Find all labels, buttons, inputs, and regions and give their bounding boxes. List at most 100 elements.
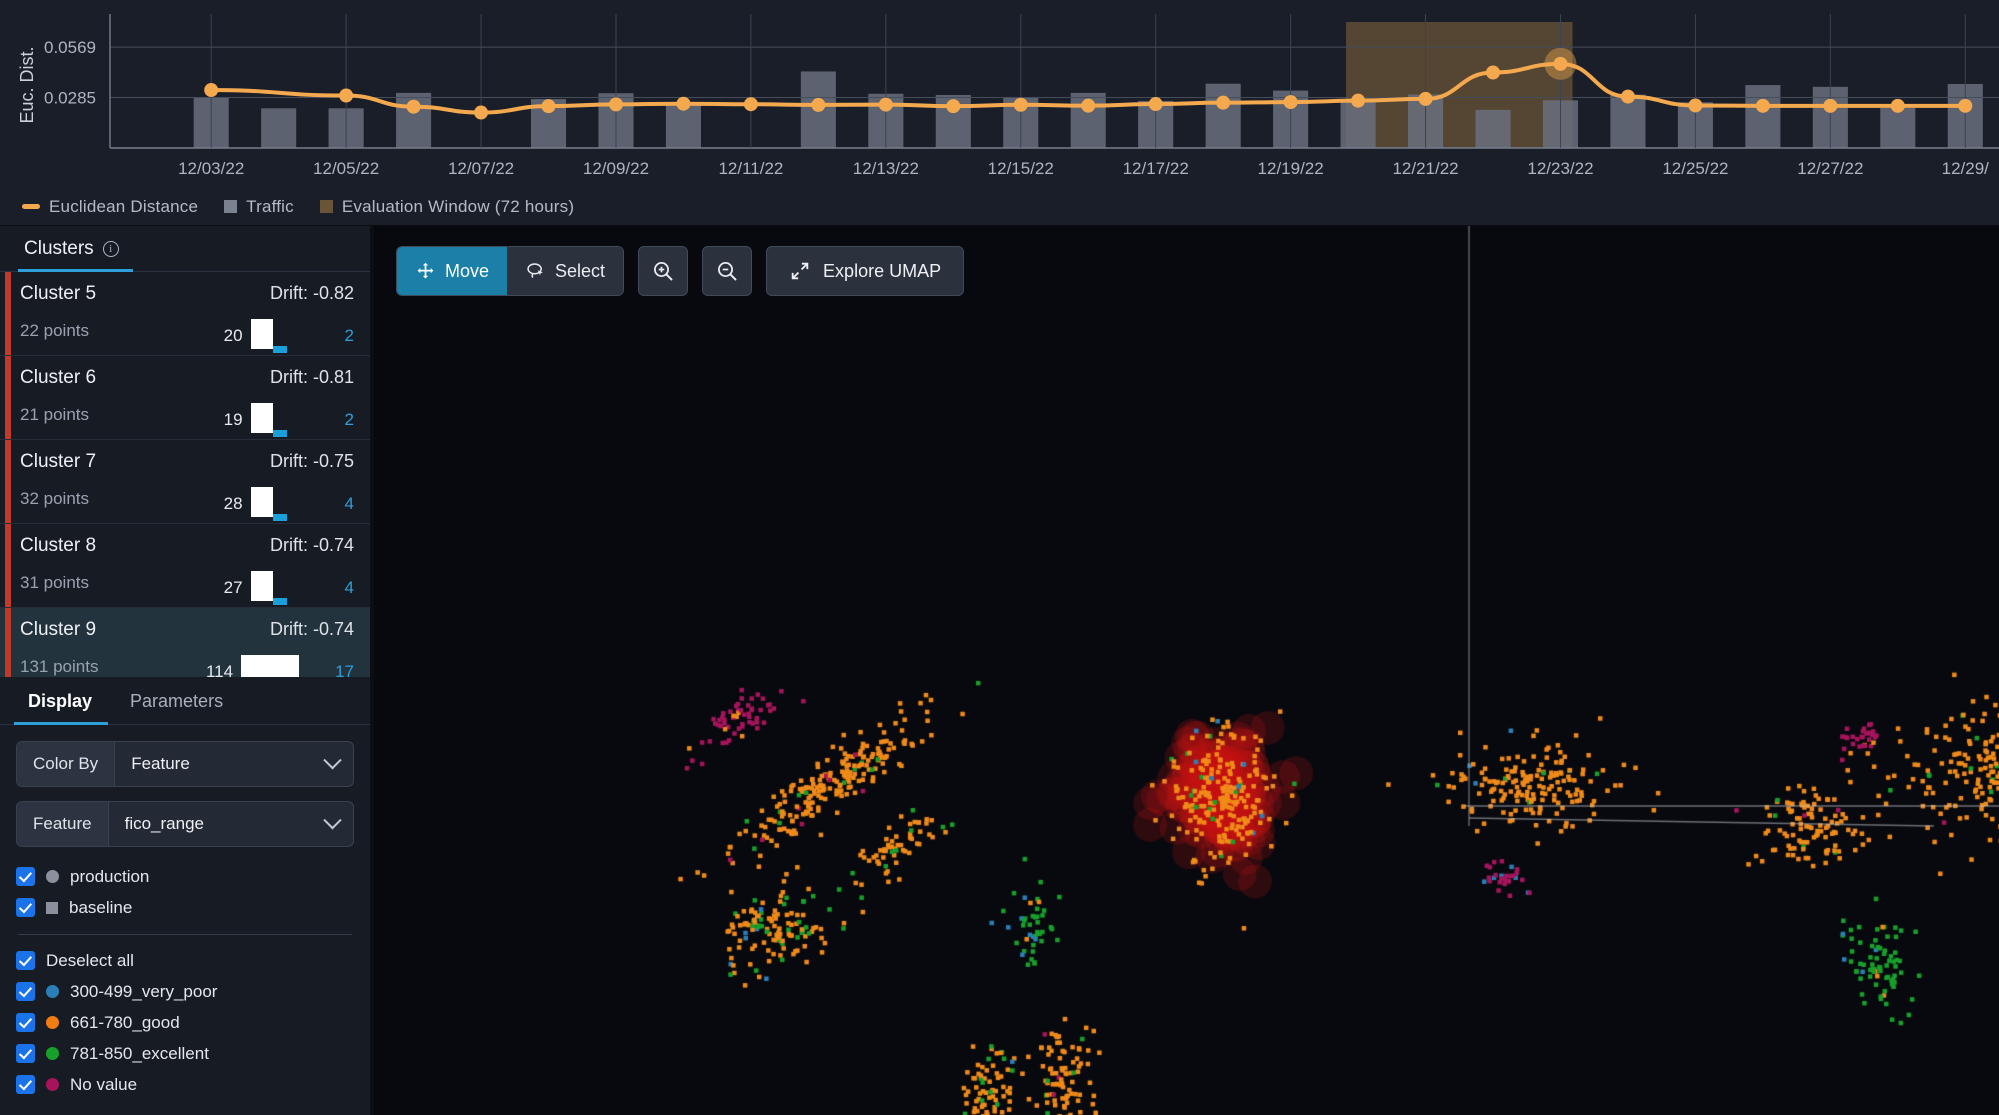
baseline-bar [250,319,273,349]
dataset-check-baseline[interactable]: baseline [16,892,354,923]
feature-value-check[interactable]: 781-850_excellent [16,1038,354,1069]
color-by-value-wrap[interactable]: Feature [115,742,353,786]
data-point [1418,91,1433,106]
production-bar [272,346,287,353]
cluster-distribution-bars [250,319,337,353]
cluster-row[interactable]: Cluster 7 Drift: -0.75 32 points 28 4 [0,440,370,524]
zoom-out-button[interactable] [702,246,753,296]
cluster-drift-value: Drift: -0.81 [269,367,354,387]
tab-parameters[interactable]: Parameters [116,691,239,725]
chevron-down-icon [323,810,342,829]
square-marker-icon [319,200,333,213]
checkbox[interactable] [16,982,35,1001]
umap-canvas-area[interactable]: Move Select Explore UMAP [374,226,1999,1115]
data-point [1148,97,1163,112]
line-marker-icon [22,204,40,209]
select-mode-button[interactable]: Select [507,247,624,295]
checkbox[interactable] [16,898,35,917]
cluster-drift-accent [5,272,11,355]
cluster-name: Cluster 7 [20,451,97,472]
value-color-dot-icon [46,1016,59,1029]
x-tick-label: 12/17/22 [1123,159,1189,178]
feature-value-label: 300-499_very_poor [70,981,218,1001]
cluster-drift-value: Drift: -0.75 [269,451,354,471]
data-point [743,97,758,112]
deselect-all-check[interactable]: Deselect all [16,945,354,976]
checkbox[interactable] [16,867,35,886]
lasso-select-icon [527,262,543,278]
checkbox[interactable] [16,1044,35,1063]
legend-item-traffic[interactable]: Traffic [224,197,294,217]
chart-legend: Euclidean Distance Traffic Evaluation Wi… [0,188,1999,225]
display-panel: Color By Feature Feature fico_range prod… [0,725,370,1115]
cluster-drift-value: Drift: -0.74 [269,619,354,639]
dataset-check-label: baseline [69,897,133,917]
left-sidebar: Clusters i Cluster 5 Drift: -0.82 22 point… [0,226,372,1115]
x-tick-label: 12/19/22 [1258,159,1324,178]
dataset-dot-icon [46,870,59,883]
data-point [474,105,489,120]
data-point [204,83,219,98]
x-tick-label: 12/21/22 [1392,159,1458,178]
color-by-label: Color By [17,742,116,786]
tab-display[interactable]: Display [14,691,109,725]
dataset-checkbox-group: production baseline [16,861,354,923]
drift-chart-svg[interactable]: 0.0569 0.0285 Euc. Dist. 12/03/22 12/05/22 12… [0,0,1999,186]
feature-value-check[interactable]: 300-499_very_poor [16,976,354,1007]
data-point [1216,95,1231,110]
select-mode-label: Select [555,260,606,281]
data-point [1620,89,1635,104]
data-point [339,88,354,103]
magnifier-minus-icon [718,262,737,281]
cluster-drift-value: Drift: -0.74 [269,535,354,555]
cluster-row[interactable]: Cluster 5 Drift: -0.82 22 points 20 2 [0,272,370,356]
feature-value-check[interactable]: No value [16,1069,354,1100]
x-tick-label: 12/11/22 [718,159,783,178]
legend-label: Evaluation Window (72 hours) [341,196,575,216]
move-mode-button[interactable]: Move [397,247,508,295]
x-tick-label: 12/07/22 [448,159,514,178]
zoom-in-button[interactable] [638,246,689,296]
dataset-check-production[interactable]: production [16,861,354,892]
info-icon[interactable]: i [102,241,119,257]
cluster-point-count: 21 points [20,405,89,424]
data-point [541,99,556,114]
checkbox[interactable] [16,951,35,970]
legend-label: Euclidean Distance [49,196,199,216]
cluster-row[interactable]: Cluster 6 Drift: -0.81 21 points 19 2 [0,356,370,440]
checkbox[interactable] [16,1013,35,1032]
checkbox[interactable] [16,1075,35,1094]
display-parameters-tabbar: Display Parameters [0,677,370,725]
color-by-dropdown[interactable]: Color By Feature [16,741,354,787]
cluster-baseline-count: 28 [223,494,243,513]
cluster-row[interactable]: Cluster 8 Drift: -0.74 31 points 27 4 [0,524,370,608]
data-point [1890,98,1905,113]
baseline-bar [250,571,273,601]
legend-item-euclidean-distance[interactable]: Euclidean Distance [22,197,198,217]
cluster-baseline-count: 19 [223,410,243,429]
x-tick-label: 12/23/22 [1527,159,1593,178]
value-color-dot-icon [46,985,59,998]
feature-value-label: No value [70,1074,138,1094]
baseline-bar [241,655,300,677]
tab-clusters[interactable]: Clusters i [18,238,133,272]
production-bar [272,598,287,605]
feature-value-check[interactable]: 661-780_good [16,1007,354,1038]
drift-chart[interactable]: 0.0569 0.0285 Euc. Dist. 12/03/22 12/05/22 12… [0,0,1999,186]
cluster-production-count: 2 [344,326,354,345]
explore-umap-button[interactable]: Explore UMAP [766,246,965,296]
y-tick-label: 0.0285 [44,88,96,107]
cluster-row[interactable]: Cluster 9 Drift: -0.74 131 points 114 17 [0,608,370,677]
feature-value-wrap[interactable]: fico_range [109,802,353,846]
dataset-check-label: production [70,866,150,886]
cluster-production-count: 4 [344,494,354,513]
baseline-bar [250,403,273,433]
legend-item-evaluation-window[interactable]: Evaluation Window (72 hours) [319,196,575,217]
magnifier-plus-icon [654,262,673,281]
umap-scatter-canvas[interactable] [374,226,1999,1115]
value-color-dot-icon [46,1078,59,1091]
feature-dropdown[interactable]: Feature fico_range [16,801,354,847]
cluster-list[interactable]: Cluster 5 Drift: -0.82 22 points 20 2 Cluster… [0,272,370,677]
traffic-bar [1475,109,1511,148]
data-point [878,97,893,112]
